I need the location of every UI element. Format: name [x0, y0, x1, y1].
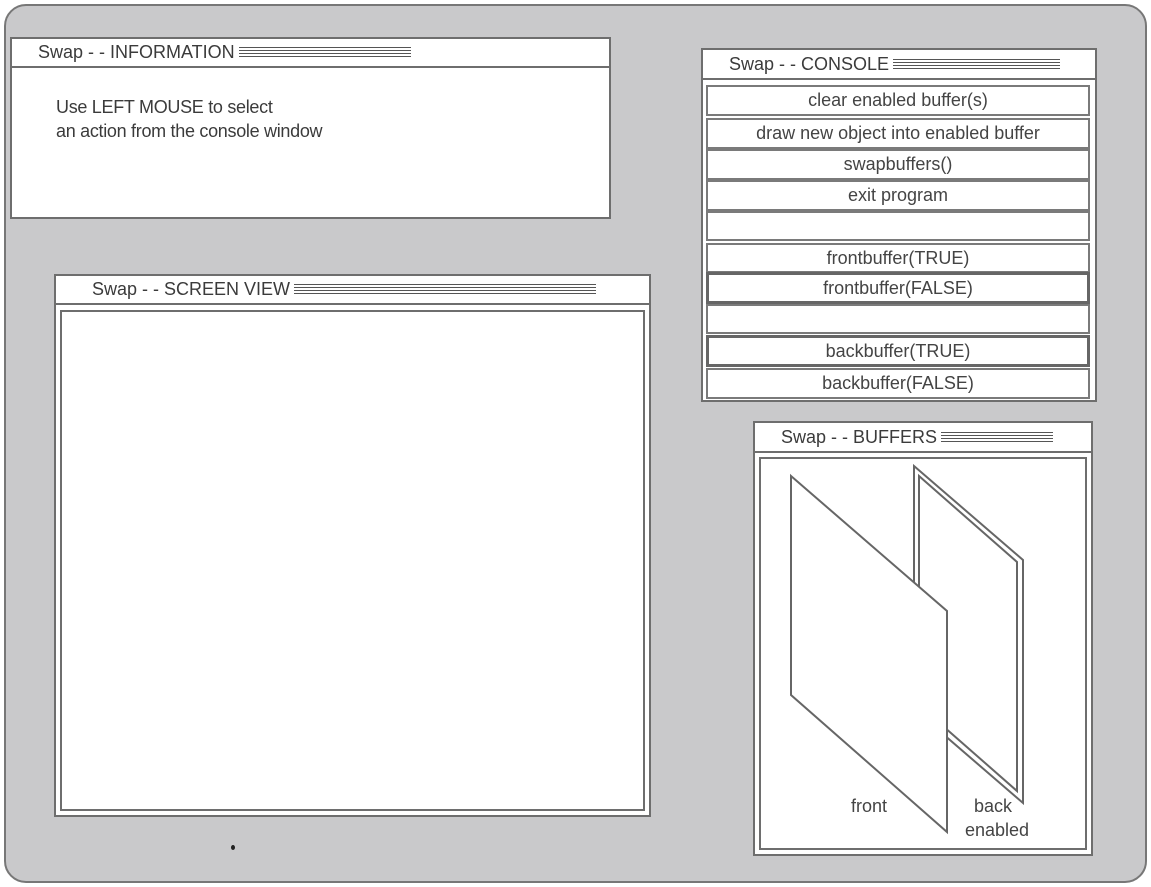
front-label: front	[850, 796, 888, 816]
information-title: Swap - - INFORMATION	[38, 42, 235, 62]
information-message: Use LEFT MOUSE to select an action from …	[56, 95, 323, 143]
buffers-title-bar[interactable]: Swap - - BUFFERS	[755, 423, 1091, 453]
buffers-canvas: front back enabled	[759, 457, 1087, 850]
buffers-diagram	[790, 463, 1024, 835]
screen-view-title-bar[interactable]: Swap - - SCREEN VIEW	[56, 276, 649, 305]
information-line-2: an action from the console window	[56, 121, 323, 141]
blank-button-2[interactable]	[706, 304, 1090, 334]
title-grip-icon	[941, 431, 1054, 443]
title-grip-icon	[238, 47, 411, 58]
back-label: back	[973, 796, 1013, 816]
frontbuffer-true-button[interactable]: frontbuffer(TRUE)	[706, 243, 1090, 273]
information-window: Swap - - INFORMATION Use LEFT MOUSE to s…	[10, 37, 611, 219]
back-enabled-status: enabled	[964, 820, 1030, 840]
mouse-cursor-dot	[231, 845, 235, 850]
frontbuffer-false-button[interactable]: frontbuffer(FALSE)	[706, 272, 1090, 304]
console-title-bar[interactable]: Swap - - CONSOLE	[703, 50, 1095, 80]
screen-view-canvas[interactable]	[60, 310, 645, 811]
title-grip-icon	[294, 284, 597, 295]
screen-view-title: Swap - - SCREEN VIEW	[92, 279, 291, 299]
backbuffer-true-button[interactable]: backbuffer(TRUE)	[706, 335, 1090, 367]
exit-program-button[interactable]: exit program	[706, 180, 1090, 211]
console-title: Swap - - CONSOLE	[729, 53, 890, 74]
information-title-bar[interactable]: Swap - - INFORMATION	[12, 39, 609, 68]
draw-object-button[interactable]: draw new object into enabled buffer	[706, 118, 1090, 149]
clear-buffers-button[interactable]: clear enabled buffer(s)	[706, 85, 1090, 116]
console-window: Swap - - CONSOLE clear enabled buffer(s)…	[701, 48, 1097, 402]
information-line-1: Use LEFT MOUSE to select	[56, 97, 273, 117]
buffers-title: Swap - - BUFFERS	[781, 426, 938, 447]
title-grip-icon	[893, 58, 1061, 70]
screen-view-window: Swap - - SCREEN VIEW	[54, 274, 651, 817]
backbuffer-false-button[interactable]: backbuffer(FALSE)	[706, 368, 1090, 399]
blank-button-1[interactable]	[706, 211, 1090, 241]
buffers-window: Swap - - BUFFERS front back enabled	[753, 421, 1093, 856]
swapbuffers-button[interactable]: swapbuffers()	[706, 149, 1090, 180]
